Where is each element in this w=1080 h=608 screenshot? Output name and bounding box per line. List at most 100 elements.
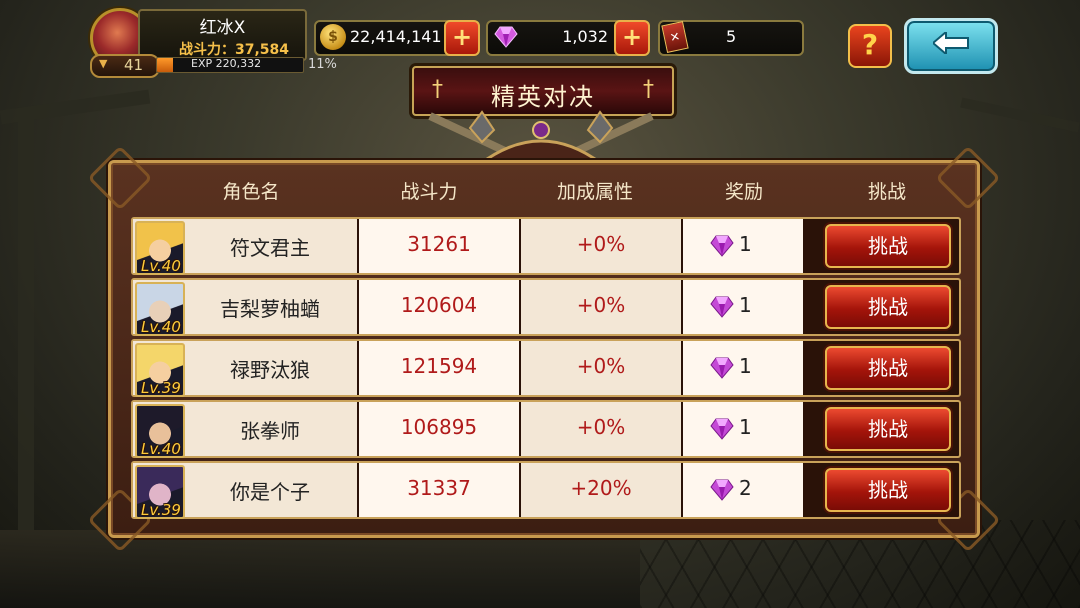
header-reward: 奖励	[724, 181, 763, 203]
ticket-value: 5	[726, 27, 737, 46]
opponent-level: Lv.39	[141, 501, 181, 519]
challenge-button[interactable]: 挑战	[825, 468, 951, 512]
opponent-bonus: +0%	[576, 415, 626, 439]
gem-icon	[494, 26, 518, 48]
opponent-level: Lv.40	[141, 318, 181, 336]
reward-amount: 1	[739, 293, 752, 317]
power-cell: 31261	[359, 219, 519, 273]
opponent-bonus: +20%	[570, 476, 632, 500]
table-row: Lv.39 你是个子 31337 +20% 2 挑战	[131, 461, 961, 519]
exp-percent: 11%	[308, 57, 337, 72]
opponent-name: 符文君主	[230, 236, 310, 260]
opponent-level: Lv.40	[141, 257, 181, 275]
challenge-button[interactable]: 挑战	[825, 407, 951, 451]
header-power: 战斗力	[400, 181, 458, 203]
challenge-button[interactable]: 挑战	[825, 224, 951, 268]
exp-bar-fill	[157, 58, 174, 72]
reward-amount: 2	[739, 476, 752, 500]
back-arrow-icon	[933, 32, 969, 54]
opponent-portrait[interactable]: Lv.40	[135, 404, 185, 458]
bg-beam	[18, 110, 34, 530]
challenge-button[interactable]: 挑战	[825, 285, 951, 329]
player-info-box: 红冰X 战斗力：37,584	[138, 9, 307, 61]
gem-icon	[710, 418, 734, 440]
table-row: Lv.40 张拳师 106895 +0% 1 挑战	[131, 400, 961, 458]
name-cell: Lv.40 符文君主	[133, 219, 357, 275]
power-cell: 106895	[359, 402, 519, 456]
opponent-level: Lv.39	[141, 379, 181, 397]
player-power: 战斗力：37,584	[178, 42, 289, 58]
power-cell: 31337	[359, 463, 519, 517]
name-cell: Lv.39 你是个子	[133, 463, 357, 519]
reward-cell: 1	[683, 219, 803, 273]
opponent-portrait[interactable]: Lv.40	[135, 282, 185, 336]
question-icon: ?	[861, 28, 879, 61]
reward-cell: 1	[683, 402, 803, 456]
crest-ornament	[428, 110, 654, 164]
reward-amount: 1	[739, 415, 752, 439]
bonus-cell: +20%	[521, 463, 681, 517]
gem-counter: 1,032 +	[486, 20, 650, 56]
header-challenge: 挑战	[867, 181, 906, 203]
reward-cell: 1	[683, 280, 803, 334]
opponent-portrait[interactable]: Lv.39	[135, 465, 185, 519]
name-cell: Lv.40 张拳师	[133, 402, 357, 458]
gem-icon	[710, 296, 734, 318]
bg-beam	[960, 97, 1080, 133]
reward-amount: 1	[739, 354, 752, 378]
opponent-level: Lv.40	[141, 440, 181, 458]
ticket-icon: ✕	[661, 21, 689, 53]
bonus-cell: +0%	[521, 219, 681, 273]
cross-icon: †	[643, 77, 654, 102]
opponent-name: 你是个子	[230, 480, 310, 504]
table-row: Lv.40 符文君主 31261 +0% 1 挑战	[131, 217, 961, 275]
bonus-cell: +0%	[521, 341, 681, 395]
opponent-name: 吉梨萝柚蝤	[220, 297, 320, 321]
gem-icon	[710, 357, 734, 379]
opponent-power: 31337	[407, 476, 471, 500]
header-bonus: 加成属性	[556, 181, 633, 203]
bg-floor	[0, 530, 640, 608]
table-row: Lv.40 吉梨萝柚蝤 120604 +0% 1 挑战	[131, 278, 961, 336]
coin-icon: $	[320, 24, 346, 50]
header-name: 角色名	[222, 181, 280, 203]
gem-icon	[710, 479, 734, 501]
opponent-power: 120604	[400, 293, 478, 317]
challenge-button[interactable]: 挑战	[825, 346, 951, 390]
player-name: 红冰X	[199, 18, 246, 38]
reward-cell: 2	[683, 463, 803, 517]
gem-icon	[710, 235, 734, 257]
reward-cell: 1	[683, 341, 803, 395]
opponent-name: 禄野汰狼	[230, 358, 310, 382]
chevron-down-icon: ▼	[99, 57, 108, 70]
add-gold-button[interactable]: +	[444, 20, 480, 56]
level-badge: ▼ 41	[90, 54, 160, 78]
gem-value: 1,032	[562, 27, 608, 46]
opponent-bonus: +0%	[576, 354, 626, 378]
name-cell: Lv.40 吉梨萝柚蝤	[133, 280, 357, 336]
exp-label: EXP 220,332	[191, 57, 262, 70]
bonus-cell: +0%	[521, 280, 681, 334]
opponent-portrait[interactable]: Lv.40	[135, 221, 185, 275]
player-level: 41	[124, 56, 144, 74]
opponent-portrait[interactable]: Lv.39	[135, 343, 185, 397]
page-title: 精英对决	[491, 83, 595, 111]
opponent-bonus: +0%	[576, 232, 626, 256]
name-cell: Lv.39 禄野汰狼	[133, 341, 357, 397]
opponent-panel: 角色名 战斗力 加成属性 奖励 挑战 Lv.40 符文君主 31261 +0%	[87, 145, 1001, 553]
bonus-cell: +0%	[521, 402, 681, 456]
help-button[interactable]: ?	[848, 24, 892, 68]
gold-counter: $ 22,414,141 +	[314, 20, 480, 56]
table-header: 角色名 战斗力 加成属性 奖励 挑战	[127, 177, 961, 209]
power-cell: 121594	[359, 341, 519, 395]
back-button[interactable]	[904, 18, 998, 74]
opponent-power: 31261	[407, 232, 471, 256]
ticket-counter: ✕ 5	[658, 20, 804, 56]
power-cell: 120604	[359, 280, 519, 334]
reward-amount: 1	[739, 232, 752, 256]
exp-bar: EXP 220,332	[156, 57, 304, 73]
table-row: Lv.39 禄野汰狼 121594 +0% 1 挑战	[131, 339, 961, 397]
add-gems-button[interactable]: +	[614, 20, 650, 56]
opponent-bonus: +0%	[576, 293, 626, 317]
opponent-name: 张拳师	[240, 419, 300, 443]
